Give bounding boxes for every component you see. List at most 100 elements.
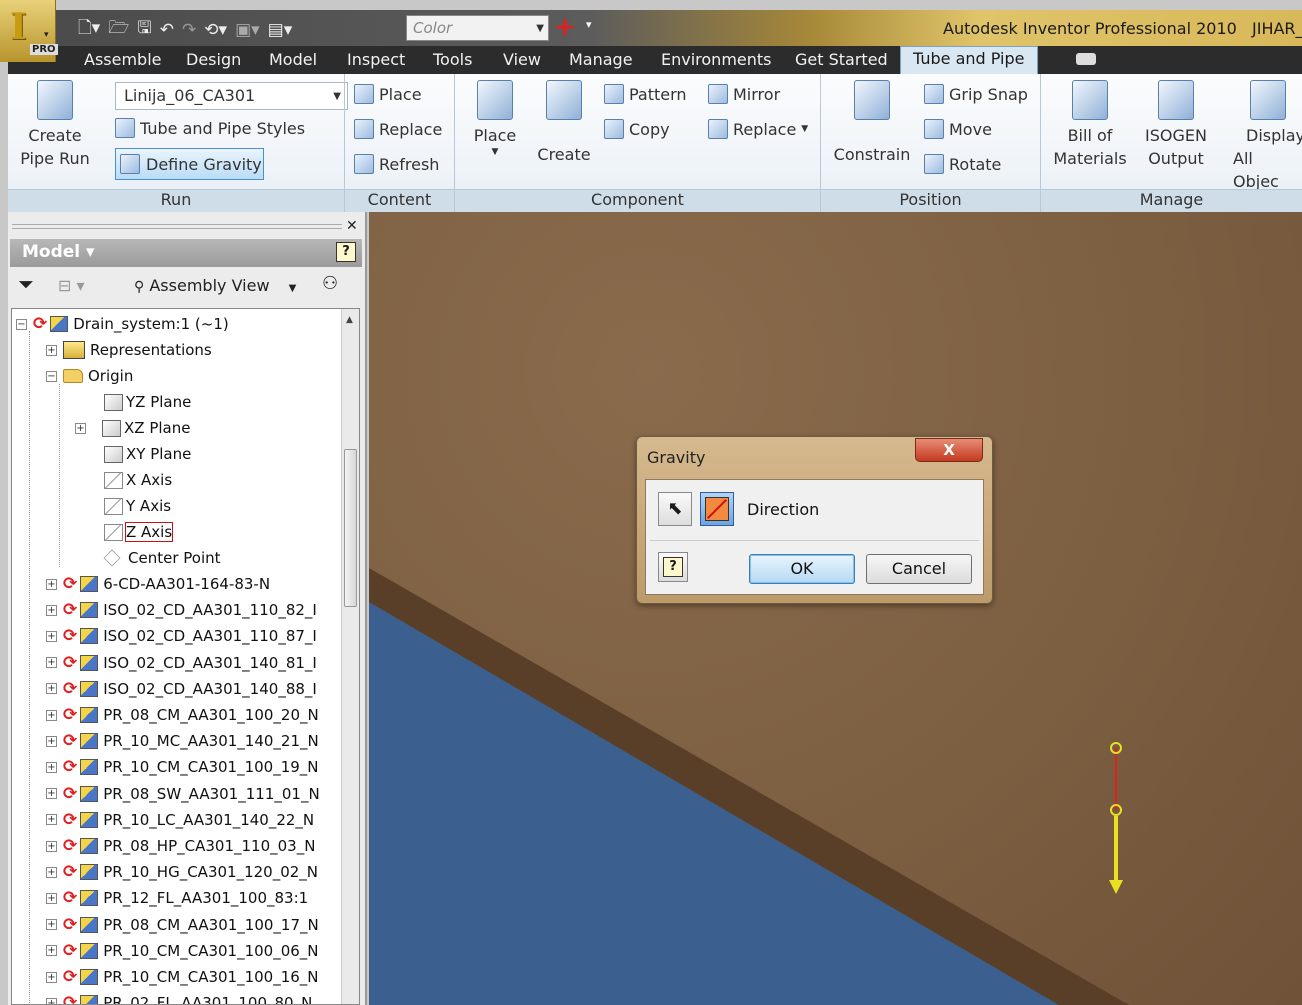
tree-item-y-axis[interactable]: Y Axis — [104, 493, 171, 519]
expand-icon[interactable]: + — [46, 919, 57, 931]
cancel-button[interactable]: Cancel — [866, 554, 972, 584]
dialog-help-button[interactable]: ? — [658, 552, 688, 582]
tree-item-center-point[interactable]: Center Point — [103, 545, 221, 571]
expand-icon[interactable]: + — [46, 814, 57, 826]
select-priority-icon[interactable]: ▤▾ — [268, 20, 293, 40]
tree-item-occurrence[interactable]: + ⟳ PR_10_CM_CA301_100_16_N — [46, 964, 319, 990]
tree-item-x-axis[interactable]: X Axis — [104, 467, 172, 493]
return-icon[interactable]: ⟲▾ — [204, 20, 227, 40]
expand-icon[interactable]: + — [46, 735, 57, 747]
expand-icon[interactable]: + — [75, 422, 86, 434]
copy-button[interactable]: Copy — [604, 119, 670, 139]
tab-tube-and-pipe[interactable]: Tube and Pipe — [900, 46, 1038, 74]
customize-toolbar-icon[interactable]: ▾ — [586, 18, 592, 31]
constrain-button[interactable]: Constrain — [830, 80, 914, 166]
tree-item-occurrence[interactable]: + ⟳ PR_08_CM_AA301_100_20_N — [46, 702, 319, 728]
application-menu-button[interactable]: I ▾ PRO — [0, 0, 58, 62]
expand-icon[interactable]: + — [46, 866, 57, 878]
expand-icon[interactable]: + — [46, 971, 57, 983]
filter-icon[interactable]: ⏷ — [18, 272, 34, 296]
redo-icon[interactable]: ↷ — [182, 20, 196, 40]
open-folder-icon[interactable]: 🗁 — [108, 15, 129, 44]
help-icon[interactable]: ? — [336, 242, 356, 262]
expand-icon[interactable]: + — [46, 788, 57, 800]
expand-icon[interactable]: + — [46, 657, 57, 669]
collapse-icon[interactable]: − — [46, 370, 57, 382]
content-refresh-button[interactable]: Refresh — [354, 154, 439, 174]
tab-get-started[interactable]: Get Started — [795, 50, 888, 69]
tab-view[interactable]: View — [503, 50, 541, 69]
component-replace-button[interactable]: Replace ▼ — [708, 119, 808, 139]
tube-and-pipe-styles-button[interactable]: Tube and Pipe Styles — [115, 118, 305, 138]
scrollbar-thumb[interactable] — [344, 449, 357, 607]
tree-item-occurrence[interactable]: + ⟳ ISO_02_CD_AA301_110_82_I — [46, 597, 317, 623]
grip-snap-button[interactable]: Grip Snap — [924, 84, 1028, 104]
project-icon[interactable]: ▣▾ — [235, 20, 260, 40]
expand-icon[interactable]: + — [46, 683, 57, 695]
expand-icon[interactable]: + — [46, 709, 57, 721]
content-place-button[interactable]: Place — [354, 84, 422, 104]
expand-icon[interactable]: + — [46, 344, 57, 356]
expand-tree-icon[interactable]: ⊟ ▾ — [58, 276, 85, 295]
tree-item-occurrence[interactable]: + ⟳ PR_10_HG_CA301_120_02_N — [46, 859, 318, 885]
create-pipe-run-button[interactable]: Create Pipe Run — [16, 80, 94, 170]
display-all-objects-button[interactable]: Display All Objec — [1228, 80, 1302, 193]
mirror-button[interactable]: Mirror — [708, 84, 780, 104]
tab-tools[interactable]: Tools — [433, 50, 472, 69]
tree-item-occurrence[interactable]: + ⟳ ISO_02_CD_AA301_140_88_I — [46, 676, 317, 702]
isogen-output-button[interactable]: ISOGEN Output — [1136, 80, 1216, 170]
tree-item-occurrence[interactable]: + ⟳ PR_12_FL_AA301_100_83:1 — [46, 885, 308, 911]
tree-item-representations[interactable]: + Representations — [46, 337, 212, 363]
crosshair-plus-icon[interactable]: + — [554, 12, 576, 42]
save-icon[interactable]: 🖫 — [137, 15, 151, 44]
expand-icon[interactable]: + — [46, 945, 57, 957]
undo-icon[interactable]: ↶ — [160, 20, 174, 40]
tree-item-occurrence[interactable]: + ⟳ PR_08_CM_AA301_100_17_N — [46, 912, 319, 938]
expand-icon[interactable]: + — [46, 997, 57, 1004]
tab-manage[interactable]: Manage — [569, 50, 633, 69]
tree-item-occurrence[interactable]: + ⟳ 6-CD-AA301-164-83-N — [46, 571, 270, 597]
expand-icon[interactable]: + — [46, 578, 57, 590]
active-run-combo[interactable]: Linija_06_CA301 ▼ — [115, 82, 348, 110]
expand-icon[interactable]: + — [46, 840, 57, 852]
tab-design[interactable]: Design — [186, 50, 241, 69]
tree-item-occurrence[interactable]: + ⟳ ISO_02_CD_AA301_140_81_I — [46, 650, 317, 676]
tree-root[interactable]: − ⟳ Drain_system:1 (~1) — [16, 311, 229, 337]
pattern-button[interactable]: Pattern — [604, 84, 687, 104]
bill-of-materials-button[interactable]: Bill of Materials — [1050, 80, 1130, 170]
assembly-view-dropdown[interactable]: ⚲ Assembly View ▼ — [134, 276, 296, 295]
new-file-icon[interactable]: 🗋▾ — [78, 15, 100, 44]
tab-inspect[interactable]: Inspect — [347, 50, 405, 69]
ribbon-toggle-icon[interactable] — [1076, 53, 1096, 65]
content-replace-button[interactable]: Replace — [354, 119, 442, 139]
component-create-button[interactable]: Create — [534, 80, 594, 166]
tab-model[interactable]: Model — [269, 50, 317, 69]
color-override-combo[interactable]: Color ▼ — [406, 15, 549, 41]
move-button[interactable]: Move — [924, 119, 992, 139]
expand-icon[interactable]: + — [46, 630, 57, 642]
tree-item-occurrence[interactable]: + ⟳ PR_08_HP_CA301_110_03_N — [46, 833, 315, 859]
browser-scrollbar[interactable]: ▲ — [341, 309, 359, 1004]
tab-assemble[interactable]: Assemble — [84, 50, 162, 69]
tree-item-yz-plane[interactable]: YZ Plane — [104, 389, 191, 415]
ok-button[interactable]: OK — [749, 554, 855, 584]
scroll-up-icon[interactable]: ▲ — [346, 315, 353, 325]
tree-item-occurrence[interactable]: + ⟳ PR_10_CM_CA301_100_06_N — [46, 938, 319, 964]
component-place-button[interactable]: Place ▼ — [466, 80, 524, 157]
tree-item-occurrence[interactable]: + ⟳ PR_10_MC_AA301_140_21_N — [46, 728, 319, 754]
select-arrow-button[interactable]: ⬉ — [658, 492, 692, 526]
rotate-button[interactable]: Rotate — [924, 154, 1001, 174]
tree-item-occurrence[interactable]: + ⟳ PR_10_LC_AA301_140_22_N — [46, 807, 314, 833]
tab-environments[interactable]: Environments — [661, 50, 772, 69]
expand-icon[interactable]: + — [46, 604, 57, 616]
define-gravity-button[interactable]: Define Gravity — [115, 148, 264, 180]
browser-title-dropdown[interactable]: Model ▾ — [22, 242, 95, 262]
panel-grip[interactable] — [12, 224, 342, 229]
expand-icon[interactable]: + — [46, 761, 57, 773]
graphics-window[interactable] — [369, 212, 1302, 1005]
find-binoculars-icon[interactable]: ⚇ — [322, 273, 338, 294]
tree-item-origin[interactable]: − Origin — [46, 363, 133, 389]
tree-item-occurrence[interactable]: + ⟳ PR_02_FL_AA301_100_80_N — [46, 990, 312, 1004]
tree-item-occurrence[interactable]: + ⟳ ISO_02_CD_AA301_110_87_I — [46, 623, 317, 649]
dialog-close-button[interactable]: X — [915, 438, 983, 462]
